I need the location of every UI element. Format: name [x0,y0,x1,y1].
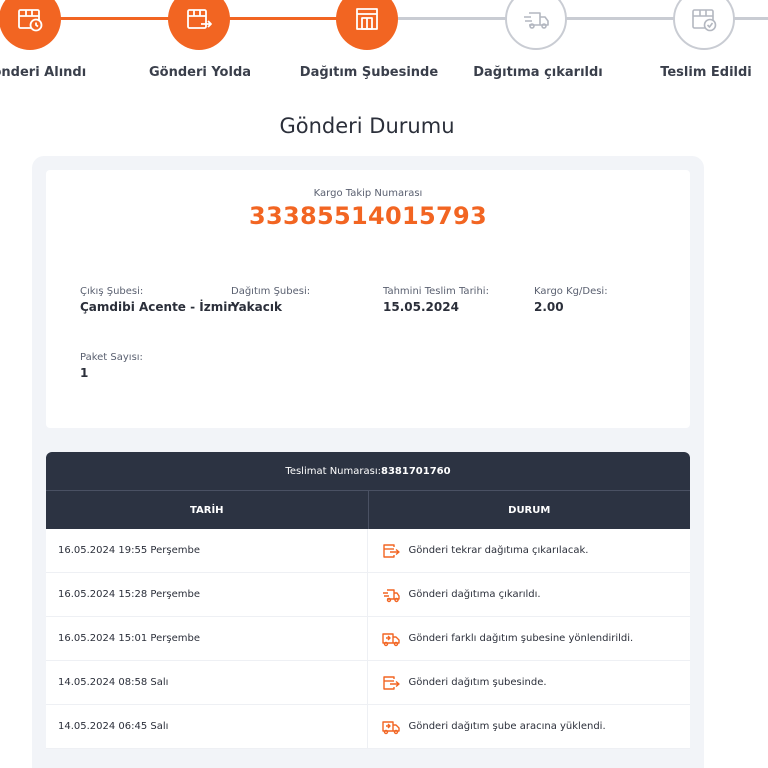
row-status: Gönderi dağıtıma çıkarıldı. [368,573,691,616]
fast-truck-icon [382,588,400,602]
delivery-number-value: 8381701760 [381,465,451,477]
step-received-icon [0,0,61,50]
delivery-number-header: Teslimat Numarası: 8381701760 [46,452,690,490]
origin-branch-value: Çamdibi Acente - İzmir [80,300,234,314]
row-status: Gönderi tekrar dağıtıma çıkarılacak. [368,529,691,572]
row-status-text: Gönderi dağıtım şube aracına yüklendi. [408,721,606,732]
shipment-panel: Kargo Takip Numarası 33385514015793 Çıkı… [32,156,704,768]
weight-field: Kargo Kg/Desi: 2.00 [534,286,608,314]
step-in-transit-icon [168,0,230,50]
truck-icon [381,720,400,734]
estimated-delivery-value: 15.05.2024 [383,300,459,314]
step-at-branch-label: Dağıtım Şubesinde [299,65,439,80]
step-in-transit-label: Gönderi Yolda [148,65,252,80]
row-date: 14.05.2024 08:58 Salı [46,661,368,704]
row-status-text: Gönderi dağıtım şubesinde. [408,677,547,688]
shipment-info-card: Kargo Takip Numarası 33385514015793 Çıkı… [46,170,690,428]
row-status: Gönderi dağıtım şube aracına yüklendi. [368,705,691,748]
estimated-delivery-field: Tahmini Teslim Tarihi: 15.05.2024 [383,286,489,314]
package-count-label: Paket Sayısı: [80,352,143,363]
delivery-number-label: Teslimat Numarası: [285,465,381,477]
row-status: Gönderi dağıtım şubesinde. [368,661,691,704]
table-row: 14.05.2024 08:58 Salı Gönderi dağıtım şu… [46,661,690,705]
row-status: Gönderi farklı dağıtım şubesine yönlendi… [368,617,691,660]
delivery-branch-label: Dağıtım Şubesi: [231,286,311,297]
delivery-branch-field: Dağıtım Şubesi: Yakacık [231,286,310,314]
row-status-text: Gönderi farklı dağıtım şubesine yönlendi… [408,633,634,644]
row-status-text: Gönderi dağıtıma çıkarıldı. [408,589,541,600]
step-out-for-delivery-icon [505,0,567,50]
column-header-status: DURUM [508,504,551,516]
table-row: 14.05.2024 06:45 Salı Gönderi dağıtım şu… [46,705,690,749]
step-out-for-delivery-label: Dağıtıma çıkarıldı [473,65,603,80]
tracking-history-table: Teslimat Numarası: 8381701760 TARİH DURUM… [46,452,690,749]
step-received-label: Gönderi Alındı [0,65,87,80]
estimated-delivery-label: Tahmini Teslim Tarihi: [383,286,489,297]
column-header-date: TARİH [46,491,369,529]
table-row: 16.05.2024 15:01 Perşembe Gönderi farklı… [46,617,690,661]
redirect-box-icon [382,543,400,558]
weight-value: 2.00 [534,300,564,314]
table-row: 16.05.2024 15:28 Perşembe Gönderi dağıtı… [46,573,690,617]
package-count-field: Paket Sayısı: 1 [80,352,143,380]
table-row: 16.05.2024 19:55 Perşembe Gönderi tekrar… [46,529,690,573]
weight-label: Kargo Kg/Desi: [534,286,608,297]
page-title: Gönderi Durumu [279,114,455,138]
row-date: 16.05.2024 15:01 Perşembe [46,617,368,660]
delivery-branch-value: Yakacık [231,300,282,314]
tracking-number: 33385514015793 [249,202,487,230]
table-column-headers: TARİH DURUM [46,490,690,529]
step-at-branch-icon [336,0,398,50]
row-date: 16.05.2024 19:55 Perşembe [46,529,368,572]
redirect-box-icon [382,675,400,690]
tracking-number-label: Kargo Takip Numarası [313,188,423,199]
row-date: 16.05.2024 15:28 Perşembe [46,573,368,616]
row-status-text: Gönderi tekrar dağıtıma çıkarılacak. [408,545,589,556]
shipment-progress-stepper: Gönderi Alındı Gönderi Yolda Dağıtım Şub… [0,0,768,90]
package-count-value: 1 [80,366,89,380]
origin-branch-field: Çıkış Şubesi: Çamdibi Acente - İzmir [80,286,233,314]
row-date: 14.05.2024 06:45 Salı [46,705,368,748]
truck-icon [381,632,400,646]
step-delivered-label: Teslim Edildi [660,65,752,80]
step-delivered-icon [673,0,735,50]
origin-branch-label: Çıkış Şubesi: [80,286,144,297]
